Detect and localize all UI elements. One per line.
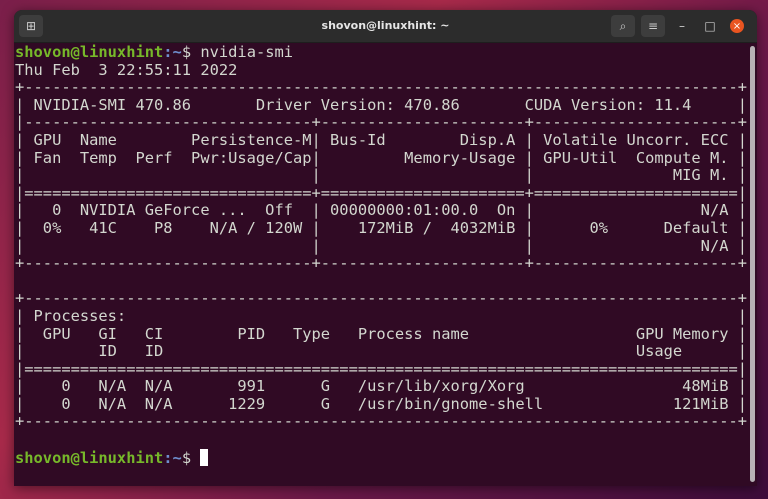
- output-line: | 0 N/A N/A 1229 G /usr/bin/gnome-shell …: [15, 396, 749, 414]
- output-line: [15, 431, 749, 449]
- output-line: +---------------------------------------…: [15, 79, 749, 97]
- prompt-path: :~: [163, 449, 182, 467]
- prompt-symbol: $: [182, 43, 201, 61]
- output-line: | | | MIG M. |: [15, 167, 749, 185]
- scrollbar[interactable]: [750, 46, 755, 482]
- search-icon: ⌕: [620, 19, 627, 34]
- command-line: shovon@linuxhint:~$ nvidia-smi: [15, 44, 749, 62]
- menu-button[interactable]: ≡: [641, 15, 665, 37]
- output-line: | GPU GI CI PID Type Process name GPU Me…: [15, 326, 749, 344]
- terminal-output[interactable]: shovon@linuxhint:~$ nvidia-smi Thu Feb 3…: [15, 44, 749, 466]
- output-line: | GPU Name Persistence-M| Bus-Id Disp.A …: [15, 132, 749, 150]
- output-line: | Fan Temp Perf Pwr:Usage/Cap| Memory-Us…: [15, 150, 749, 168]
- output-line: +---------------------------------------…: [15, 413, 749, 431]
- title-bar: ⊞ shovon@linuxhint: ~ ⌕ ≡ – □ ×: [14, 10, 757, 43]
- prompt-user-host: shovon@linuxhint: [15, 43, 163, 61]
- output-line: | 0% 41C P8 N/A / 120W | 172MiB / 4032Mi…: [15, 220, 749, 238]
- output-line: | 0 NVIDIA GeForce ... Off | 00000000:01…: [15, 202, 749, 220]
- output-line: | ID ID Usage |: [15, 343, 749, 361]
- output-line: +-------------------------------+-------…: [15, 255, 749, 273]
- text-cursor: [200, 449, 208, 466]
- output-line: | 0 N/A N/A 991 G /usr/lib/xorg/Xorg 48M…: [15, 378, 749, 396]
- terminal-window: ⊞ shovon@linuxhint: ~ ⌕ ≡ – □ × shovon@l…: [14, 10, 757, 486]
- output-line: | NVIDIA-SMI 470.86 Driver Version: 470.…: [15, 97, 749, 115]
- output-line: Thu Feb 3 22:55:11 2022: [15, 62, 749, 80]
- prompt-user-host: shovon@linuxhint: [15, 449, 163, 467]
- output-line: +---------------------------------------…: [15, 290, 749, 308]
- output-line: [15, 273, 749, 291]
- search-button[interactable]: ⌕: [611, 15, 635, 37]
- close-button[interactable]: ×: [730, 19, 744, 33]
- active-prompt-line[interactable]: shovon@linuxhint:~$: [15, 449, 749, 467]
- prompt-symbol: $: [182, 449, 201, 467]
- output-line: |=======================================…: [15, 361, 749, 379]
- minimize-button[interactable]: –: [672, 16, 692, 36]
- command-output: Thu Feb 3 22:55:11 2022+----------------…: [15, 62, 749, 449]
- output-line: | Processes: |: [15, 308, 749, 326]
- hamburger-menu-icon: ≡: [648, 19, 658, 33]
- output-line: | | | N/A |: [15, 238, 749, 256]
- output-line: |-------------------------------+-------…: [15, 114, 749, 132]
- maximize-button[interactable]: □: [700, 16, 720, 36]
- command-text: nvidia-smi: [200, 43, 293, 61]
- prompt-path: :~: [163, 43, 182, 61]
- output-line: |===============================+=======…: [15, 185, 749, 203]
